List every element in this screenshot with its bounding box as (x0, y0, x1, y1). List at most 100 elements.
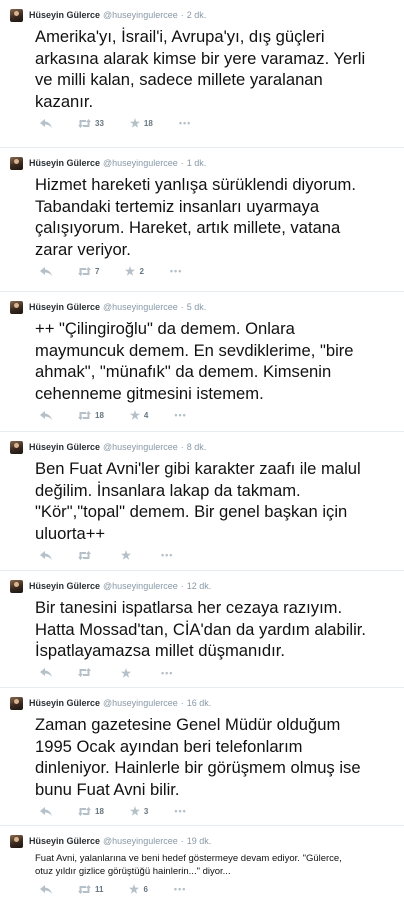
avatar[interactable] (10, 300, 23, 314)
tweet-text: Amerika'yı, İsrail'i, Avrupa'yı, dış güç… (35, 27, 366, 111)
favorite-icon (125, 266, 136, 276)
separator: · (180, 10, 184, 20)
timestamp[interactable]: 8 dk. (187, 442, 207, 452)
favorite-button[interactable]: 4 (129, 410, 148, 420)
retweet-button[interactable] (78, 550, 95, 560)
favorite-button[interactable]: 18 (129, 118, 153, 128)
more-icon[interactable]: ••• (174, 410, 186, 420)
reply-button[interactable] (40, 884, 52, 894)
tweet[interactable]: Hüseyin Gülerce @huseyingulercee · 16 dk… (0, 688, 404, 826)
avatar[interactable] (10, 834, 23, 848)
retweet-count: 7 (95, 266, 100, 276)
tweet-actions: 7 2 ••• (40, 260, 394, 282)
author-handle[interactable]: @huseyingulercee (103, 581, 178, 591)
avatar[interactable] (10, 8, 23, 22)
tweet[interactable]: Hüseyin Gülerce @huseyingulercee · 12 dk… (0, 571, 404, 688)
favorite-button[interactable] (121, 667, 135, 678)
author-handle[interactable]: @huseyingulercee (103, 158, 178, 168)
reply-button[interactable] (40, 266, 52, 276)
retweet-icon (78, 118, 91, 128)
tweet[interactable]: Hüseyin Gülerce @huseyingulercee · 5 dk.… (0, 292, 404, 432)
author-handle[interactable]: @huseyingulercee (103, 442, 178, 452)
more-icon[interactable]: ••• (170, 266, 182, 276)
retweet-button[interactable]: 33 (78, 118, 104, 128)
tweet-header: Hüseyin Gülerce @huseyingulercee · 8 dk. (10, 438, 394, 456)
reply-button[interactable] (40, 410, 52, 420)
tweet-actions: 33 18 ••• (40, 112, 394, 134)
retweet-count: 11 (95, 884, 104, 894)
author-name[interactable]: Hüseyin Gülerce (29, 10, 100, 20)
timestamp[interactable]: 1 dk. (187, 158, 207, 168)
tweet-text: Ben Fuat Avni'ler gibi karakter zaafı il… (35, 459, 361, 543)
separator: · (180, 836, 184, 846)
more-icon[interactable]: ••• (161, 668, 173, 678)
retweet-button[interactable]: 18 (78, 806, 104, 816)
favorite-count: 18 (143, 118, 153, 128)
more-icon[interactable]: ••• (161, 550, 173, 560)
tweet-header: Hüseyin Gülerce @huseyingulercee · 16 dk… (10, 694, 394, 712)
reply-button[interactable] (40, 668, 52, 677)
retweet-button[interactable]: 11 (78, 884, 104, 894)
favorite-button[interactable]: 3 (129, 806, 149, 816)
timestamp[interactable]: 16 dk. (187, 698, 212, 708)
retweet-button[interactable] (78, 668, 95, 677)
author-name[interactable]: Hüseyin Gülerce (29, 442, 100, 452)
author-handle[interactable]: @huseyingulercee (103, 836, 178, 846)
retweet-count: 33 (95, 118, 104, 128)
avatar[interactable] (10, 579, 23, 593)
more-icon[interactable]: ••• (174, 884, 186, 894)
reply-icon (40, 806, 52, 816)
tweet-header: Hüseyin Gülerce @huseyingulercee · 19 dk… (10, 832, 394, 850)
author-name[interactable]: Hüseyin Gülerce (29, 158, 100, 168)
reply-button[interactable] (40, 118, 52, 128)
tweet-text: Bir tanesini ispatlarsa her cezaya razıy… (35, 598, 366, 660)
reply-button[interactable] (40, 806, 52, 816)
timestamp[interactable]: 12 dk. (187, 581, 212, 591)
tweet-actions: ••• (40, 662, 394, 684)
timestamp[interactable]: 19 dk. (187, 836, 212, 846)
tweet[interactable]: Hüseyin Gülerce @huseyingulercee · 19 dk… (0, 826, 404, 913)
retweet-icon (78, 668, 91, 677)
reply-icon (40, 884, 52, 894)
favorite-button[interactable] (121, 550, 135, 560)
favorite-button[interactable]: 6 (129, 884, 148, 894)
timestamp[interactable]: 2 dk. (187, 10, 207, 20)
more-icon[interactable]: ••• (174, 806, 186, 816)
retweet-icon (78, 266, 91, 276)
author-handle[interactable]: @huseyingulercee (103, 698, 178, 708)
reply-icon (40, 550, 52, 560)
author-name[interactable]: Hüseyin Gülerce (29, 302, 100, 312)
avatar[interactable] (10, 696, 23, 710)
tweet-header: Hüseyin Gülerce @huseyingulercee · 1 dk. (10, 154, 394, 172)
tweet-actions: 11 6 ••• (40, 878, 394, 900)
favorite-button[interactable]: 2 (125, 266, 144, 276)
reply-button[interactable] (40, 550, 52, 560)
author-name[interactable]: Hüseyin Gülerce (29, 836, 100, 846)
tweet-header: Hüseyin Gülerce @huseyingulercee · 12 dk… (10, 577, 394, 595)
reply-icon (40, 266, 52, 276)
tweet-header: Hüseyin Gülerce @huseyingulercee · 2 dk. (10, 6, 394, 24)
author-name[interactable]: Hüseyin Gülerce (29, 698, 100, 708)
separator: · (180, 302, 184, 312)
timestamp[interactable]: 5 dk. (187, 302, 207, 312)
tweet[interactable]: Hüseyin Gülerce @huseyingulercee · 2 dk.… (0, 0, 404, 148)
author-handle[interactable]: @huseyingulercee (103, 302, 178, 312)
favorite-icon (129, 410, 140, 420)
favorite-icon (129, 806, 140, 816)
tweet[interactable]: Hüseyin Gülerce @huseyingulercee · 1 dk.… (0, 148, 404, 292)
tweet-timeline: Hüseyin Gülerce @huseyingulercee · 2 dk.… (0, 0, 404, 913)
reply-icon (40, 668, 52, 677)
favorite-count: 3 (143, 806, 149, 816)
separator: · (180, 581, 184, 591)
author-handle[interactable]: @huseyingulercee (103, 10, 178, 20)
avatar[interactable] (10, 440, 23, 454)
more-icon[interactable]: ••• (179, 118, 191, 128)
avatar[interactable] (10, 156, 23, 170)
favorite-icon (121, 667, 131, 678)
author-name[interactable]: Hüseyin Gülerce (29, 581, 100, 591)
retweet-button[interactable]: 18 (78, 410, 104, 420)
tweet[interactable]: Hüseyin Gülerce @huseyingulercee · 8 dk.… (0, 432, 404, 571)
tweet-actions: 18 4 ••• (40, 404, 394, 426)
retweet-button[interactable]: 7 (78, 266, 100, 276)
favorite-count: 2 (139, 266, 144, 276)
